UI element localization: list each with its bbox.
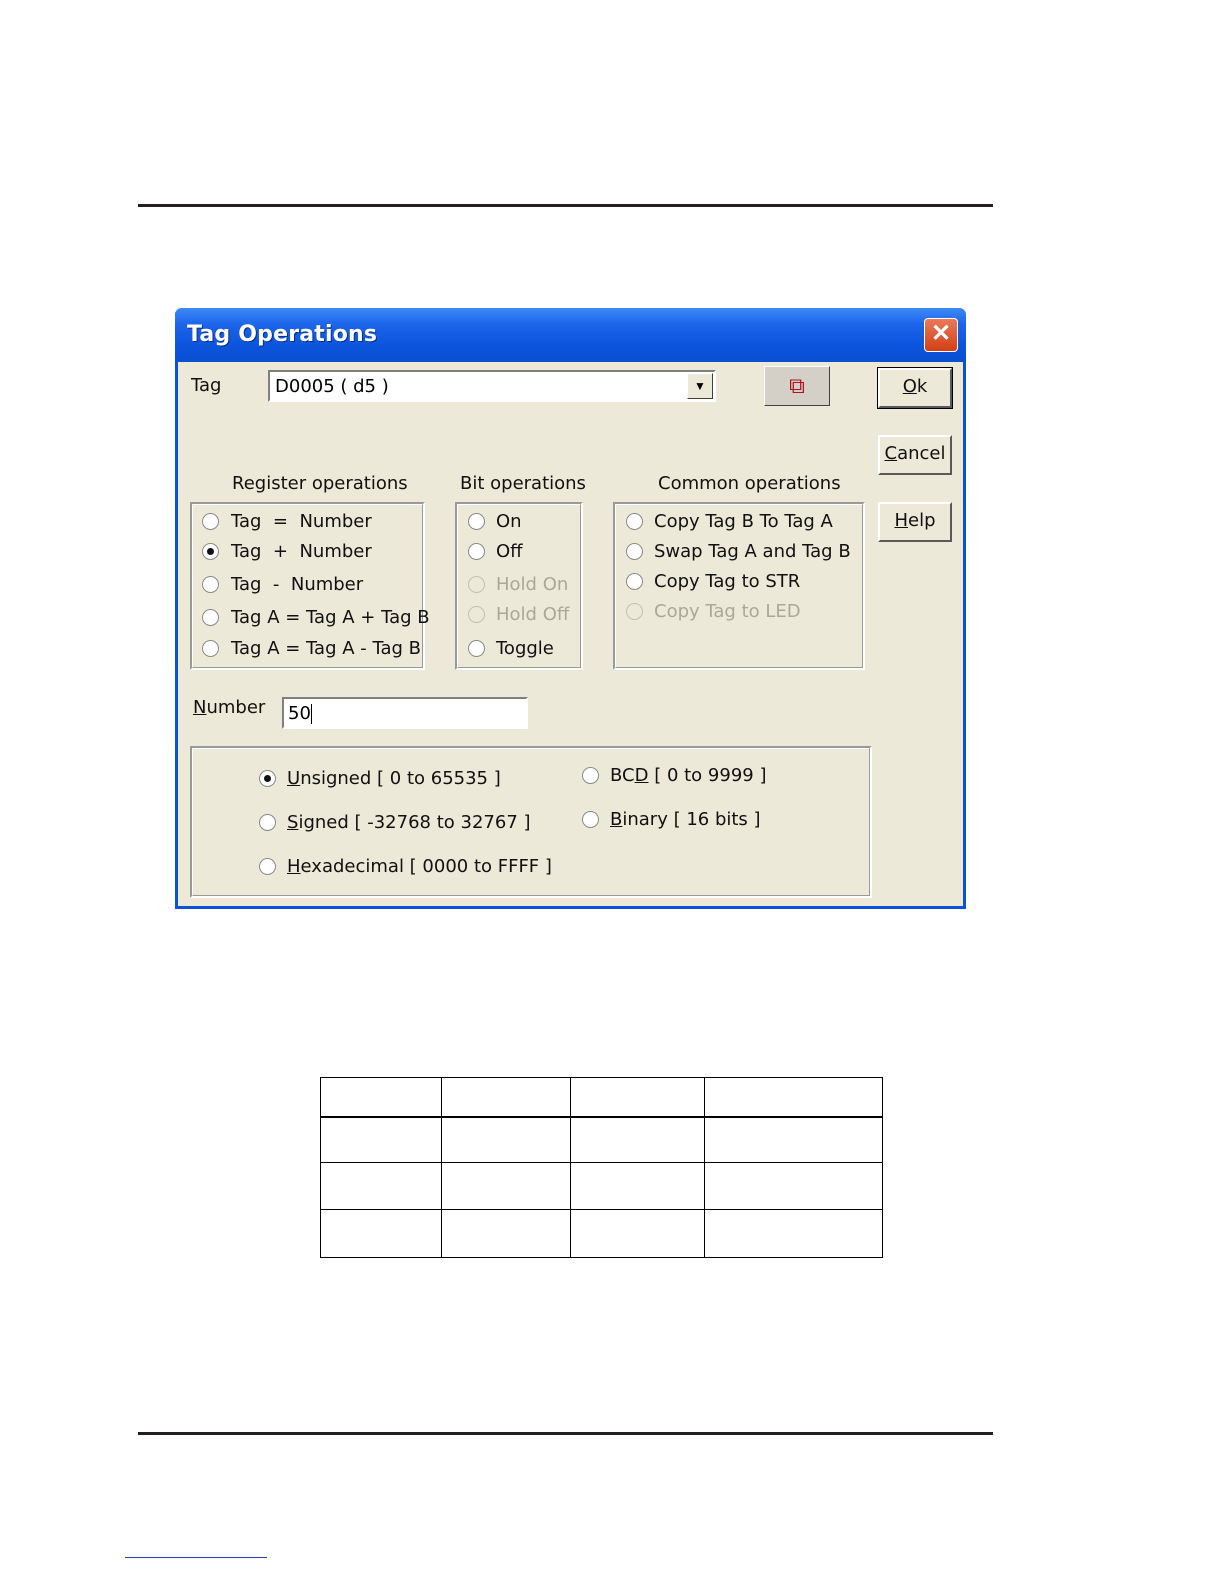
radio-unsigned[interactable] [259,770,276,787]
tag-stack-icon: ⧉ [789,373,805,398]
empty-table [320,1077,883,1258]
radio-copy-to-str[interactable] [626,573,643,590]
option-unsigned-label: Unsigned [ 0 to 65535 ] [287,768,501,789]
top-rule [138,204,993,207]
radio-tag-plus-number[interactable] [202,543,219,560]
close-icon[interactable]: ✕ [924,318,958,352]
option-label: Copy Tag to LED [654,601,801,622]
option-label: Tag - Number [231,574,364,595]
dialog-title: Tag Operations [187,322,378,347]
option-label: Tag A = Tag A - Tag B [231,638,422,659]
chevron-down-icon[interactable]: ▼ [687,373,713,399]
radio-hexadecimal[interactable] [259,858,276,875]
radio-off[interactable] [468,543,485,560]
option-label: Tag + Number [231,541,372,562]
option-label: Tag = Number [231,511,372,532]
radio-bcd[interactable] [582,767,599,784]
option-label: Off [496,541,523,562]
option-label: Copy Tag to STR [654,571,801,592]
common-operations-title: Common operations [658,473,841,494]
table-row-rule [321,1162,882,1163]
option-label: On [496,511,522,532]
table-column-divider [441,1078,442,1257]
option-label: Copy Tag B To Tag A [654,511,833,532]
bottom-rule [138,1432,993,1435]
option-label: Toggle [496,638,554,659]
cancel-button[interactable]: Cancel [878,435,952,475]
table-column-divider [704,1078,705,1257]
radio-toggle[interactable] [468,640,485,657]
radio-tag-eq-number[interactable] [202,513,219,530]
radio-swap-a-b[interactable] [626,543,643,560]
register-operations-title: Register operations [232,473,408,494]
radio-on[interactable] [468,513,485,530]
number-input[interactable]: 50 [282,697,528,729]
bit-operations-title: Bit operations [460,473,586,494]
help-button[interactable]: Help [878,502,952,542]
radio-copy-to-led [626,603,643,620]
dialog-client: Tag D0005 ( d5 ) ▼ ⧉ Ok Cancel Help Regi… [178,362,963,906]
radio-signed[interactable] [259,814,276,831]
table-row-rule [321,1209,882,1210]
option-label: Hold On [496,574,569,595]
option-label: Hold Off [496,604,570,625]
tag-browse-button[interactable]: ⧉ [764,366,830,406]
option-signed-label: Signed [ -32768 to 32767 ] [287,812,531,833]
radio-copy-b-to-a[interactable] [626,513,643,530]
ok-button[interactable]: Ok [877,367,953,409]
tag-select-value: D0005 ( d5 ) [275,376,389,397]
title-bar[interactable]: Tag Operations ✕ [175,308,966,362]
number-value: 50 [288,703,312,724]
option-hexadecimal-label: Hexadecimal [ 0000 to FFFF ] [287,856,552,877]
radio-binary[interactable] [582,811,599,828]
tag-select[interactable]: D0005 ( d5 ) ▼ [268,370,716,402]
number-label: Number [193,697,266,718]
option-binary-label: Binary [ 16 bits ] [610,809,761,830]
tag-operations-dialog: Tag Operations ✕ Tag D0005 ( d5 ) ▼ ⧉ Ok… [175,308,966,909]
option-label: Tag A = Tag A + Tag B [231,607,430,628]
footer-link-underline[interactable] [125,1557,267,1558]
radio-tag-minus-number[interactable] [202,576,219,593]
radio-taga-plus-tagb[interactable] [202,609,219,626]
option-label: Swap Tag A and Tag B [654,541,851,562]
radio-taga-minus-tagb[interactable] [202,640,219,657]
option-bcd-label: BCD [ 0 to 9999 ] [610,765,767,786]
table-column-divider [570,1078,571,1257]
radio-hold-off [468,606,485,623]
table-header-rule [321,1116,882,1118]
radio-hold-on [468,576,485,593]
tag-label: Tag [191,375,222,396]
